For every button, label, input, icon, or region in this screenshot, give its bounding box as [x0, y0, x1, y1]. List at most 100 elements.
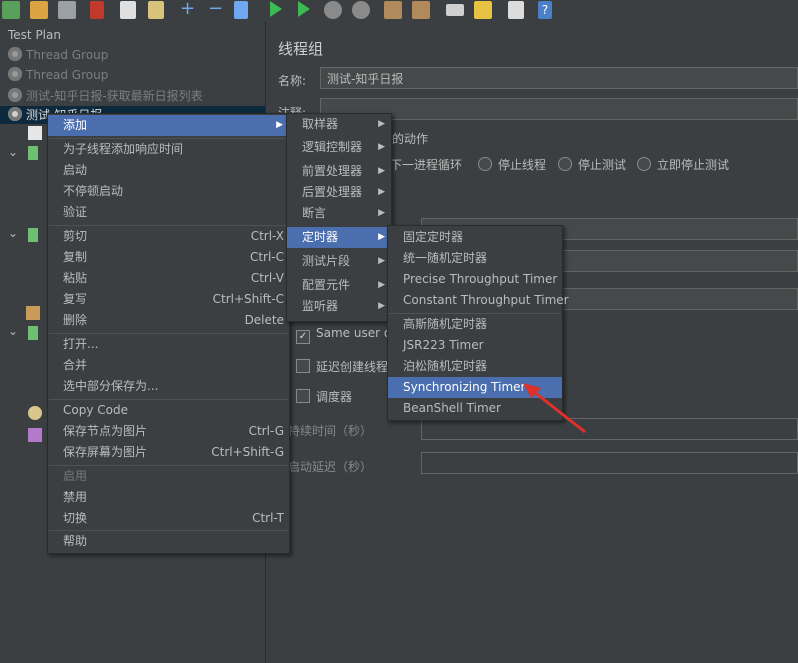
stop-icon[interactable] — [324, 1, 342, 19]
http-request-icon[interactable] — [28, 126, 42, 140]
menu-item-save-node-image[interactable]: 保存节点为图片 Ctrl-G — [48, 421, 289, 442]
start-no-pause-icon[interactable] — [298, 1, 310, 17]
menu-shortcut: Ctrl+Shift-G — [211, 445, 284, 459]
checkbox-box[interactable] — [296, 359, 310, 373]
menu-shortcut: Ctrl-G — [248, 424, 284, 438]
search-icon[interactable] — [446, 4, 464, 16]
menu-label: 监听器 — [302, 299, 339, 313]
menu-item-precise-throughput-timer[interactable]: Precise Throughput Timer — [388, 269, 562, 290]
menu-item-start-no-pause[interactable]: 不停顿启动 — [48, 181, 289, 202]
menu-item-start[interactable]: 启动 — [48, 160, 289, 181]
reset-search-icon[interactable] — [474, 1, 492, 19]
chevron-right-icon: ▶ — [378, 208, 385, 218]
menu-item-save-screen-image[interactable]: 保存屏幕为图片 Ctrl+Shift-G — [48, 442, 289, 463]
menu-item-toggle[interactable]: 切换 Ctrl-T — [48, 508, 289, 529]
menu-label: 帮助 — [63, 534, 88, 548]
radio-next-loop[interactable]: 下一进程循环 — [390, 156, 462, 173]
tree-item-thread-group[interactable]: Thread Group — [8, 46, 108, 64]
expand-chevron-icon[interactable]: ⌄ — [8, 324, 18, 338]
menu-item-help[interactable]: 帮助 — [48, 531, 289, 552]
menu-label: 不停顿启动 — [63, 184, 124, 198]
chevron-right-icon: ▶ — [378, 166, 385, 176]
menu-item-delete[interactable]: 删除 Delete — [48, 310, 289, 331]
open-icon[interactable] — [30, 1, 48, 19]
menu-label: 剪切 — [63, 229, 88, 243]
checkbox-box[interactable] — [296, 389, 310, 403]
menu-label: 选中部分保存为... — [63, 379, 159, 393]
name-field[interactable]: 测试-知乎日报 — [320, 67, 798, 89]
menu-item-sampler[interactable]: 取样器 ▶ — [287, 114, 391, 135]
expand-chevron-icon[interactable]: ⌄ — [8, 145, 18, 159]
menu-item-test-fragment[interactable]: 测试片段 ▶ — [287, 251, 391, 272]
radio-button[interactable] — [478, 157, 492, 171]
expand-icon[interactable]: + — [180, 0, 198, 19]
pipette-icon[interactable] — [28, 326, 38, 340]
menu-item-merge[interactable]: 合并 — [48, 355, 289, 376]
start-icon[interactable] — [270, 1, 282, 17]
radio-button[interactable] — [637, 157, 651, 171]
toggle-icon[interactable] — [234, 1, 248, 19]
template-icon[interactable] — [2, 1, 20, 19]
menu-item-gaussian-random-timer[interactable]: 高斯随机定时器 — [388, 314, 562, 335]
context-menu: 添加 ▶ 为子线程添加响应时间 启动 不停顿启动 验证 剪切 Ctrl-X 复制 Ct… — [47, 113, 290, 554]
radio-stop-thread[interactable]: 停止线程 — [478, 156, 546, 173]
tree-item-thread-group[interactable]: Thread Group — [8, 66, 108, 84]
tools-icon[interactable] — [26, 306, 40, 320]
menu-item-constant-timer[interactable]: 固定定时器 — [388, 227, 562, 248]
radio-button[interactable] — [558, 157, 572, 171]
radio-stop-test-now[interactable]: 立即停止测试 — [637, 156, 729, 173]
paste-icon[interactable] — [148, 1, 164, 19]
menu-item-listener[interactable]: 监听器 ▶ — [287, 296, 391, 317]
menu-item-add[interactable]: 添加 ▶ — [48, 115, 289, 136]
menu-item-constant-throughput-timer[interactable]: Constant Throughput Timer — [388, 290, 569, 311]
menu-item-cut[interactable]: 剪切 Ctrl-X — [48, 226, 289, 247]
graph-icon[interactable] — [28, 428, 42, 442]
delay-create-checkbox[interactable]: 延迟创建线程 — [296, 358, 388, 375]
save-icon[interactable] — [58, 1, 76, 19]
menu-item-uniform-random-timer[interactable]: 统一随机定时器 — [388, 248, 562, 269]
same-user-checkbox[interactable]: ✓ Same user on — [296, 326, 399, 344]
startup-delay-field[interactable] — [421, 452, 798, 474]
clear-all-icon[interactable] — [412, 1, 430, 19]
expand-chevron-icon[interactable]: ⌄ — [8, 226, 18, 240]
menu-label: 禁用 — [63, 490, 88, 504]
menu-item-assertion[interactable]: 断言 ▶ — [287, 203, 391, 224]
help-icon[interactable]: ? — [538, 1, 552, 19]
pipette-icon[interactable] — [28, 228, 38, 242]
shutdown-icon[interactable] — [352, 1, 370, 19]
cut-icon[interactable] — [90, 1, 104, 19]
duration-field[interactable] — [421, 418, 798, 440]
collapse-icon[interactable]: − — [208, 0, 226, 19]
menu-label: 保存屏幕为图片 — [63, 445, 148, 459]
tree-item-thread-group[interactable]: 测试-知乎日报-获取最新日报列表 — [8, 87, 203, 105]
menu-item-pre-processor[interactable]: 前置处理器 ▶ — [287, 161, 391, 182]
menu-item-open[interactable]: 打开... — [48, 334, 289, 355]
clear-icon[interactable] — [384, 1, 402, 19]
menu-item-enable[interactable]: 启用 — [48, 466, 289, 487]
menu-item-copy[interactable]: 复制 Ctrl-C — [48, 247, 289, 268]
menu-item-logic-controller[interactable]: 逻辑控制器 ▶ — [287, 137, 391, 158]
menu-label: 切换 — [63, 511, 88, 525]
scheduler-checkbox[interactable]: 调度器 — [296, 388, 352, 405]
menu-label: 统一随机定时器 — [403, 251, 488, 265]
menu-item-jsr223-timer[interactable]: JSR223 Timer — [388, 335, 562, 356]
pipette-icon[interactable] — [28, 146, 38, 160]
menu-item-duplicate[interactable]: 复写 Ctrl+Shift-C — [48, 289, 289, 310]
menu-item-paste[interactable]: 粘贴 Ctrl-V — [48, 268, 289, 289]
menu-item-timer[interactable]: 定时器 ▶ — [287, 227, 391, 248]
menu-item-post-processor[interactable]: 后置处理器 ▶ — [287, 182, 391, 203]
menu-item-save-selection[interactable]: 选中部分保存为... — [48, 376, 289, 397]
function-helper-icon[interactable] — [508, 1, 524, 19]
menu-item-disable[interactable]: 禁用 — [48, 487, 289, 508]
check-icon[interactable]: ✓ — [296, 330, 310, 344]
menu-item-copy-code[interactable]: Copy Code — [48, 400, 289, 421]
radio-stop-test[interactable]: 停止测试 — [558, 156, 626, 173]
copy-icon[interactable] — [120, 1, 136, 19]
tree-item-test-plan[interactable]: Test Plan — [8, 26, 61, 44]
timer-icon[interactable] — [28, 406, 42, 420]
menu-item-config-element[interactable]: 配置元件 ▶ — [287, 275, 391, 296]
menu-label: 配置元件 — [302, 278, 351, 292]
menu-item-validate[interactable]: 验证 — [48, 202, 289, 223]
menu-item-poisson-random-timer[interactable]: 泊松随机定时器 — [388, 356, 562, 377]
menu-item-add-response-time[interactable]: 为子线程添加响应时间 — [48, 139, 289, 160]
